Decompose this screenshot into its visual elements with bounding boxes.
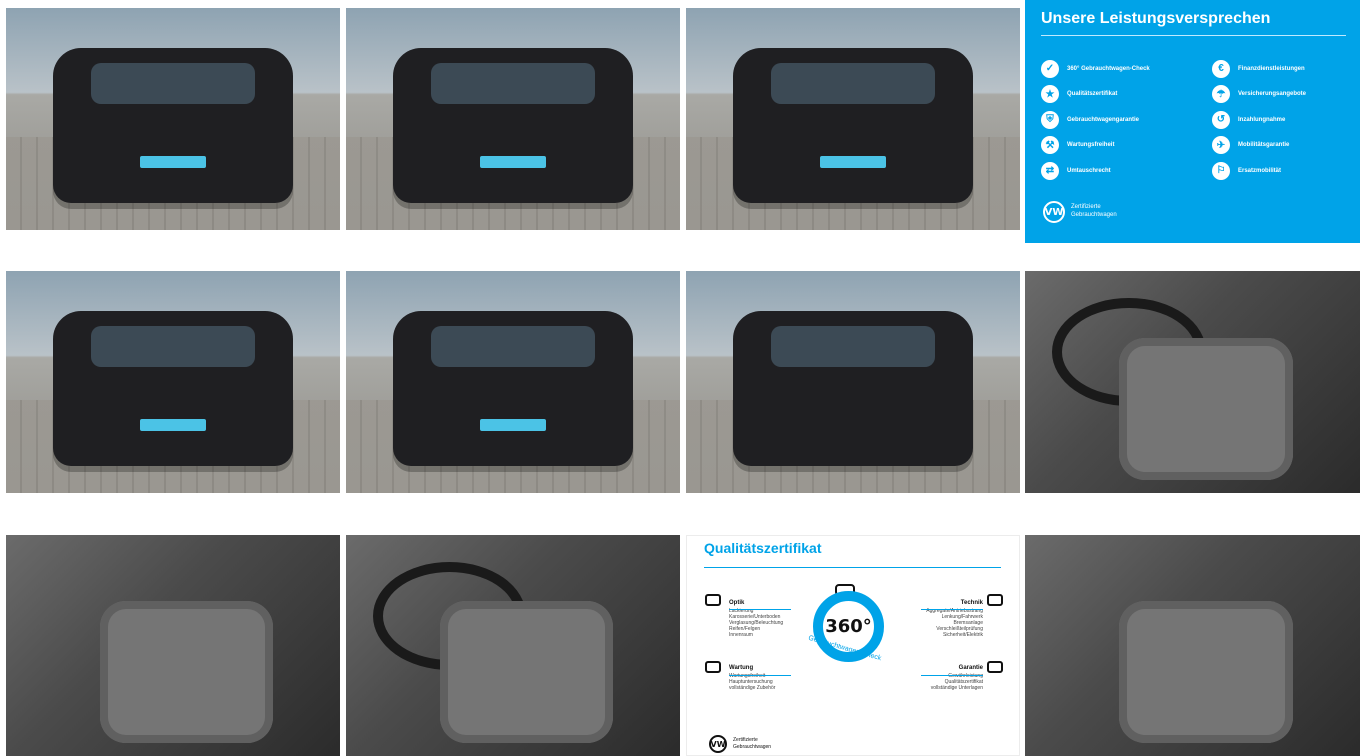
- list-item: ⚐ Ersatzmobilität: [1212, 158, 1360, 184]
- seat: [99, 601, 274, 743]
- license-plate: [479, 418, 547, 431]
- group-wartung: Wartung Wartungsfreiheit Hauptuntersuchu…: [729, 665, 776, 691]
- list-item: ⛨ Gebrauchtwagengarantie: [1041, 107, 1191, 133]
- swap-icon: ⇄: [1041, 161, 1059, 180]
- list-item: ⚒ Wartungsfreiheit: [1041, 133, 1191, 159]
- car-body: [732, 310, 974, 467]
- car-photo-interior-console[interactable]: [346, 535, 680, 756]
- seat: [439, 601, 614, 743]
- divider: [729, 675, 791, 676]
- car-photo-rear[interactable]: [346, 271, 680, 493]
- car-photo-front-right[interactable]: [346, 8, 680, 230]
- seat: [1118, 337, 1293, 480]
- engine-icon: [987, 594, 1003, 606]
- trade-in-icon: ↺: [1212, 110, 1230, 129]
- wrench-icon: ⚒: [1041, 136, 1059, 155]
- car-body: [392, 310, 634, 467]
- divider: [921, 609, 983, 610]
- panel-title: Qualitätszertifikat: [704, 540, 822, 556]
- car-check-icon: ✓: [1041, 59, 1059, 78]
- car-photo-interior-passenger[interactable]: [6, 535, 340, 756]
- divider: [1041, 35, 1346, 36]
- vw-logo-icon: VW: [709, 735, 727, 753]
- umbrella-icon: ☂: [1212, 85, 1230, 104]
- license-plate: [819, 155, 887, 168]
- list-item: ↺ Inzahlungnahme: [1212, 107, 1360, 133]
- license-plate: [139, 418, 207, 431]
- seat: [1118, 601, 1293, 743]
- badge-text: Zertifizierte Gebrauchtwagen: [733, 737, 772, 750]
- list-item: ✈ Mobilitätsgarantie: [1212, 133, 1360, 159]
- list-item: ★ Qualitätszertifikat: [1041, 82, 1191, 108]
- panel-title: Unsere Leistungsversprechen: [1041, 10, 1271, 27]
- leistungsversprechen-panel: Unsere Leistungsversprechen ✓ 360° Gebrau…: [1025, 0, 1360, 243]
- vw-logo-icon: VW: [1043, 201, 1065, 223]
- car-body: [732, 47, 974, 204]
- certificate-icon: ★: [1041, 85, 1059, 104]
- car-body: [52, 310, 294, 467]
- divider: [921, 675, 983, 676]
- wrench-icon: [705, 661, 721, 673]
- list-item: ☂ Versicherungsangebote: [1212, 82, 1360, 108]
- car-photo-rear-left-2[interactable]: [6, 271, 340, 493]
- badge-text: Zertifizierte Gebrauchtwagen: [1071, 204, 1117, 218]
- car-photo-interior-front-seats[interactable]: [1025, 535, 1360, 756]
- list-item: ⇄ Umtauschrecht: [1041, 158, 1191, 184]
- finance-icon: €: [1212, 59, 1230, 78]
- list-item: € Finanzdienstleistungen: [1212, 56, 1360, 82]
- car-photo-rear-left[interactable]: [686, 8, 1020, 230]
- license-plate: [139, 155, 207, 168]
- left-list: ✓ 360° Gebrauchtwagen-Check ★ Qualitätszer…: [1041, 56, 1191, 184]
- car-body: [52, 47, 294, 204]
- car-body: [392, 47, 634, 204]
- divider: [729, 609, 791, 610]
- replacement-car-icon: ⚐: [1212, 161, 1230, 180]
- car-photo-trunk[interactable]: [686, 271, 1020, 493]
- car-photo-interior-driver[interactable]: [1025, 271, 1360, 493]
- car-photo-front-left[interactable]: [6, 8, 340, 230]
- qualitaetszertifikat-panel: Qualitätszertifikat 360° Gebrauchtwagen-…: [686, 535, 1020, 756]
- group-optik: Optik Lackierung Karosserie/Unterboden V…: [729, 600, 784, 638]
- shield-icon: ⛨: [1041, 110, 1059, 129]
- license-plate: [479, 155, 547, 168]
- list-item: ✓ 360° Gebrauchtwagen-Check: [1041, 56, 1191, 82]
- car-front-icon: [705, 594, 721, 606]
- shield-check-icon: [987, 661, 1003, 673]
- divider: [704, 567, 1001, 568]
- right-list: € Finanzdienstleistungen ☂ Versicherungsan…: [1212, 56, 1360, 184]
- group-technik: Technik Aggregate/Antriebsstrang Lenkung…: [926, 600, 983, 638]
- group-garantie: Garantie Gewährleistung Qualitätszertifi…: [930, 665, 983, 691]
- mobility-icon: ✈: [1212, 136, 1230, 155]
